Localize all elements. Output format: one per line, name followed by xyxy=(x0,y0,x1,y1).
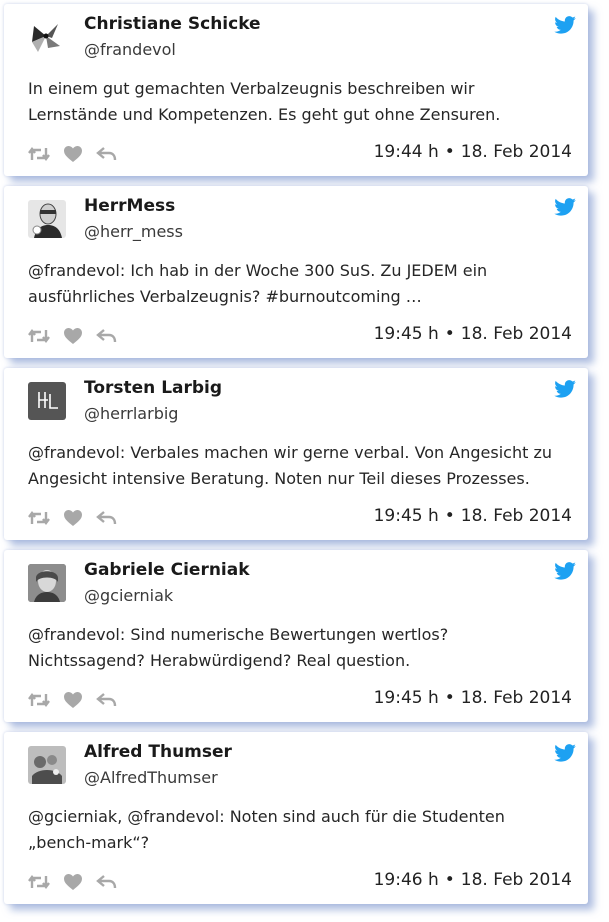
twitter-bird-icon[interactable] xyxy=(554,744,576,762)
tweet-date: 18. Feb 2014 xyxy=(460,688,572,708)
retweet-icon[interactable] xyxy=(28,328,50,344)
heart-icon[interactable] xyxy=(64,328,82,344)
tweet-text: @frandevol: Ich hab in der Woche 300 SuS… xyxy=(28,261,488,306)
tweet-time: 19:44 h xyxy=(373,142,439,162)
avatar[interactable] xyxy=(28,382,66,420)
separator-dot: • xyxy=(444,142,455,162)
tweet-card: Torsten Larbig @herrlarbig @frandevol: V… xyxy=(4,368,588,540)
author-handle[interactable]: @AlfredThumser xyxy=(84,768,218,787)
heart-icon[interactable] xyxy=(64,510,82,526)
twitter-bird-icon[interactable] xyxy=(554,562,576,580)
tweet-date: 18. Feb 2014 xyxy=(460,870,572,890)
reply-icon[interactable] xyxy=(96,328,118,344)
twitter-bird-icon[interactable] xyxy=(554,380,576,398)
retweet-icon[interactable] xyxy=(28,510,50,526)
avatar[interactable] xyxy=(28,18,66,56)
twitter-bird-icon[interactable] xyxy=(554,16,576,34)
author-handle[interactable]: @gcierniak xyxy=(84,586,173,605)
tweet-card: Gabriele Cierniak @gcierniak @frandevol:… xyxy=(4,550,588,722)
reply-icon[interactable] xyxy=(96,510,118,526)
tweet-card: Christiane Schicke @frandevol In einem g… xyxy=(4,4,588,176)
author-name[interactable]: Christiane Schicke xyxy=(84,14,261,34)
tweet-time: 19:45 h xyxy=(373,506,439,526)
tweet-date: 18. Feb 2014 xyxy=(460,506,572,526)
tweet-timestamp[interactable]: 19:44 h • 18. Feb 2014 xyxy=(374,142,572,162)
retweet-icon[interactable] xyxy=(28,692,50,708)
author-name[interactable]: Torsten Larbig xyxy=(84,378,222,398)
tweet-date: 18. Feb 2014 xyxy=(460,142,572,162)
author-name[interactable]: Alfred Thumser xyxy=(84,742,232,762)
heart-icon[interactable] xyxy=(64,874,82,890)
tweet-card: HerrMess @herr_mess @frandevol: Ich hab … xyxy=(4,186,588,358)
author-name[interactable]: Gabriele Cierniak xyxy=(84,560,250,580)
tweet-timestamp[interactable]: 19:45 h • 18. Feb 2014 xyxy=(374,324,572,344)
tweet-actions xyxy=(28,690,118,710)
separator-dot: • xyxy=(444,506,455,526)
author-handle[interactable]: @frandevol xyxy=(84,40,176,59)
tweet-timestamp[interactable]: 19:45 h • 18. Feb 2014 xyxy=(374,688,572,708)
avatar[interactable] xyxy=(28,746,66,784)
retweet-icon[interactable] xyxy=(28,146,50,162)
tweet-time: 19:46 h xyxy=(373,870,439,890)
tweet-timestamp[interactable]: 19:46 h • 18. Feb 2014 xyxy=(374,870,572,890)
tweet-text: @frandevol: Verbales machen wir gerne ve… xyxy=(28,443,552,488)
separator-dot: • xyxy=(444,688,455,708)
avatar[interactable] xyxy=(28,564,66,602)
tweet-timestamp[interactable]: 19:45 h • 18. Feb 2014 xyxy=(374,506,572,526)
reply-icon[interactable] xyxy=(96,874,118,890)
tweet-actions xyxy=(28,872,118,892)
heart-icon[interactable] xyxy=(64,692,82,708)
tweet-text: @gcierniak, @frandevol: Noten sind auch … xyxy=(28,807,505,852)
tweet-date: 18. Feb 2014 xyxy=(460,324,572,344)
author-handle[interactable]: @herrlarbig xyxy=(84,404,178,423)
tweet-text: @frandevol: Sind numerische Bewertungen … xyxy=(28,625,449,670)
tweet-actions xyxy=(28,326,118,346)
tweet-card: Alfred Thumser @AlfredThumser @gcierniak… xyxy=(4,732,588,904)
reply-icon[interactable] xyxy=(96,692,118,708)
tweet-actions xyxy=(28,508,118,528)
avatar[interactable] xyxy=(28,200,66,238)
tweet-time: 19:45 h xyxy=(373,324,439,344)
tweet-actions xyxy=(28,144,118,164)
tweet-feed: Christiane Schicke @frandevol In einem g… xyxy=(0,0,609,922)
separator-dot: • xyxy=(444,324,455,344)
retweet-icon[interactable] xyxy=(28,874,50,890)
tweet-time: 19:45 h xyxy=(373,688,439,708)
twitter-bird-icon[interactable] xyxy=(554,198,576,216)
tweet-text: In einem gut gemachten Verbalzeugnis bes… xyxy=(28,79,501,124)
author-handle[interactable]: @herr_mess xyxy=(84,222,183,241)
author-name[interactable]: HerrMess xyxy=(84,196,175,216)
heart-icon[interactable] xyxy=(64,146,82,162)
reply-icon[interactable] xyxy=(96,146,118,162)
separator-dot: • xyxy=(444,870,455,890)
